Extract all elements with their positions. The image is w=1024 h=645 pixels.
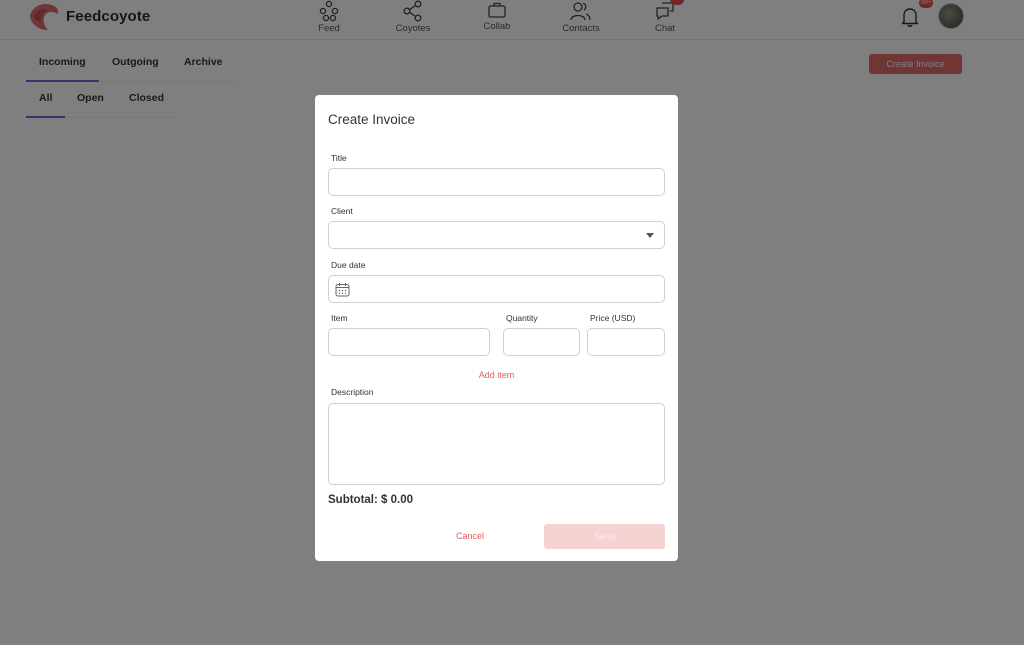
chevron-down-icon: [646, 233, 654, 238]
cancel-button[interactable]: Cancel: [440, 524, 500, 549]
title-input[interactable]: [328, 168, 665, 196]
client-select[interactable]: [328, 221, 665, 249]
calendar-icon[interactable]: [335, 282, 350, 297]
subtotal-text: Subtotal: $ 0.00: [328, 494, 413, 506]
item-input[interactable]: [328, 328, 490, 356]
due-date-input[interactable]: [328, 275, 665, 303]
dialog-title: Create Invoice: [328, 112, 416, 127]
quantity-label: Quantity: [506, 313, 538, 323]
item-label: Item: [331, 313, 348, 323]
quantity-input[interactable]: [503, 328, 580, 356]
add-item-link[interactable]: Add item: [315, 370, 678, 380]
price-label: Price (USD): [590, 313, 636, 323]
description-label: Description: [331, 387, 374, 397]
price-input[interactable]: [587, 328, 665, 356]
description-textarea[interactable]: [328, 403, 665, 485]
due-date-label: Due date: [331, 260, 366, 270]
title-label: Title: [331, 153, 347, 163]
create-invoice-dialog: Create Invoice Title Client Due date Ite…: [315, 95, 678, 561]
client-label: Client: [331, 206, 353, 216]
send-button[interactable]: Send: [544, 524, 665, 549]
